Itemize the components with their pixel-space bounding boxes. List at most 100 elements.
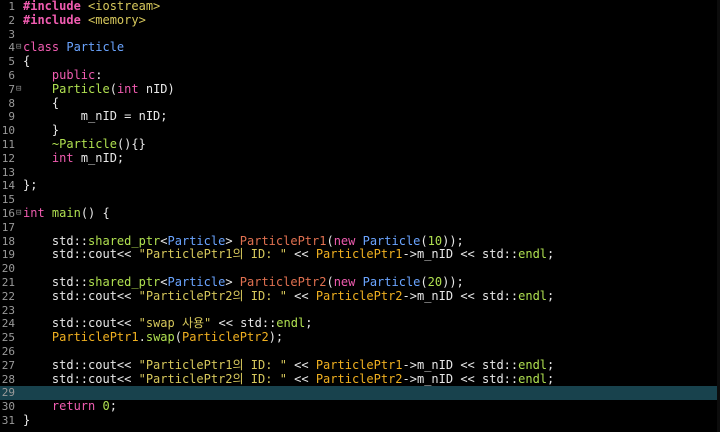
code-token: shared_ptr [88, 274, 161, 289]
code-token: std::cout<< [51, 316, 139, 331]
code-line[interactable]: 13 [0, 166, 720, 180]
code-token: ParticlePtr1 [315, 357, 403, 372]
code-token: << [286, 288, 316, 303]
line-number: 14 [1, 179, 15, 193]
code-token: endl [518, 288, 548, 303]
code-line[interactable]: 9 m_nID = nID; [0, 109, 720, 124]
code-token: ; [547, 247, 555, 262]
code-token: ; [547, 288, 555, 303]
code-token: ( [326, 274, 334, 289]
code-token: Particle [362, 274, 421, 289]
code-text: public: [23, 67, 103, 83]
fold-toggle-icon[interactable]: ⊟ [16, 207, 22, 221]
code-token: ->m_nID << std:: [402, 357, 519, 372]
code-token: Particle [362, 233, 421, 248]
line-number: 23 [1, 303, 15, 317]
code-text: int m_nID; [23, 151, 124, 166]
code-line[interactable]: 10 } [0, 123, 720, 138]
code-token: ( [420, 274, 428, 289]
line-number: 13 [1, 165, 15, 179]
code-line[interactable]: 24 std::cout<< "swap 사용" << std::endl; [0, 316, 720, 331]
fold-toggle-icon[interactable]: ⊟ [16, 83, 22, 97]
code-text: #include <iostream> [23, 0, 160, 14]
code-text: m_nID = nID; [23, 109, 168, 124]
code-line[interactable]: 2 #include <memory> [0, 12, 720, 28]
code-line[interactable]: 1 #include <iostream> [0, 0, 720, 14]
code-token: << [286, 371, 316, 386]
code-token: } [23, 412, 31, 427]
code-line[interactable]: 11 ~Particle(){} [0, 136, 720, 152]
code-line[interactable]: 7 ⊟ Particle(int nID) [0, 82, 720, 97]
code-line[interactable]: 22 std::cout<< "ParticlePtr2의 ID: " << P… [0, 288, 720, 304]
code-text: std::cout<< "ParticlePtr2의 ID: " << Part… [23, 371, 554, 387]
code-text: std::cout<< "ParticlePtr2의 ID: " << Part… [23, 288, 555, 304]
code-line[interactable]: 19 std::cout<< "ParticlePtr1의 ID: " << P… [0, 247, 720, 262]
code-lines[interactable]: 1 #include <iostream> 2 #include <memory> 3 4… [0, 0, 720, 428]
code-line[interactable]: 28 std::cout<< "ParticlePtr2의 ID: " << P… [0, 371, 720, 387]
code-line[interactable]: 25 ParticlePtr1.swap(ParticlePtr2); [0, 330, 720, 345]
code-token: ); [268, 330, 284, 345]
code-token: ParticlePtr2 [181, 330, 269, 345]
code-line[interactable]: 5{ [0, 54, 720, 69]
line-number: 2 [8, 13, 15, 27]
line-number: 29 [1, 386, 15, 400]
code-text: { [23, 54, 30, 69]
code-token: #include [23, 0, 89, 13]
code-text: std::cout<< "ParticlePtr1의 ID: " << Part… [23, 357, 555, 373]
code-token: ParticlePtr1 [315, 247, 403, 262]
code-token: ; [547, 357, 555, 372]
code-token: < [160, 233, 168, 248]
code-line[interactable]: 16 ⊟ int main() { [0, 206, 720, 221]
code-line[interactable]: 27 std::cout<< "ParticlePtr1의 ID: " << P… [0, 357, 720, 373]
code-token: Particle [167, 274, 226, 289]
code-line[interactable]: 17 [0, 221, 720, 235]
code-line[interactable]: 8 { [0, 96, 720, 111]
code-line[interactable]: 21 std::shared_ptr<Particle> ParticlePtr… [0, 274, 720, 290]
code-token: "swap 사용" [138, 316, 212, 331]
code-editor[interactable]: 1 #include <iostream> 2 #include <memory> 3 4… [0, 0, 720, 432]
code-token: <memory> [88, 12, 146, 27]
code-text: } [23, 123, 59, 138]
code-line[interactable]: 31} [0, 412, 720, 428]
code-token: ->m_nID << std:: [402, 288, 519, 303]
code-line[interactable]: 23 [0, 304, 720, 318]
code-line[interactable]: 3 [0, 28, 720, 42]
code-line[interactable]: 4 ⊟ class Particle [0, 40, 720, 55]
code-text: ~Particle(){} [23, 136, 146, 152]
code-token: : [95, 67, 103, 82]
code-token: std:: [51, 233, 89, 248]
line-number: 20 [1, 262, 15, 276]
code-line[interactable]: 12 int m_nID; [0, 151, 720, 166]
code-text: } [23, 412, 31, 428]
line-number: 21 [1, 275, 15, 289]
code-line[interactable]: 30 return 0; [0, 399, 720, 414]
code-line[interactable]: 15 [0, 193, 720, 207]
code-line[interactable]: 26 [0, 345, 720, 359]
line-number: 9 [8, 110, 15, 124]
fold-toggle-icon[interactable]: ⊟ [16, 41, 22, 55]
code-line[interactable]: 20 [0, 262, 720, 276]
code-token: . [138, 330, 146, 345]
code-token: ParticlePtr2 [315, 371, 403, 386]
code-token: ->m_nID << std:: [402, 371, 519, 386]
code-token: ~Particle [51, 136, 117, 151]
line-number: 27 [1, 358, 15, 372]
code-token: "ParticlePtr1의 ID: " [138, 357, 287, 372]
code-line-current[interactable]: 29 [0, 386, 720, 401]
code-token: new [333, 274, 363, 289]
code-token: <iostream> [88, 0, 161, 13]
code-token: << [286, 247, 316, 262]
code-token: return [51, 399, 103, 414]
code-line[interactable]: 6 public: [0, 67, 720, 83]
code-line[interactable]: 18 std::shared_ptr<Particle> ParticlePtr… [0, 233, 720, 249]
line-number: 5 [8, 55, 15, 69]
code-text: std::cout<< "ParticlePtr1의 ID: " << Part… [23, 247, 555, 262]
code-token: m_nID = nID; [80, 109, 168, 124]
code-token: shared_ptr [88, 233, 161, 248]
code-line[interactable]: 14}; [0, 178, 720, 193]
